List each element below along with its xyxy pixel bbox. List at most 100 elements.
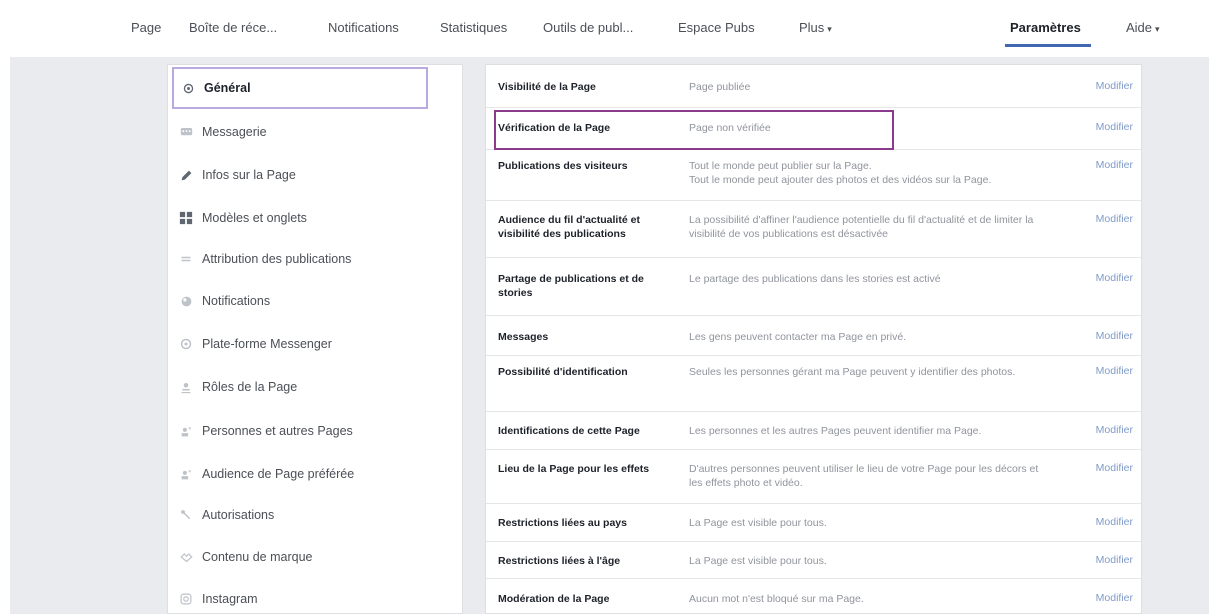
edit-link[interactable]: Modifier: [1096, 554, 1133, 566]
instagram-icon: [178, 591, 194, 607]
people-icon: [178, 423, 194, 439]
nav-tab-notifications[interactable]: Notifications: [328, 20, 399, 35]
grid-icon: [178, 210, 194, 226]
pencil-icon: [178, 167, 194, 183]
sidebar-item-messenger-platform[interactable]: Plate-forme Messenger: [168, 323, 462, 365]
sidebar-item-label: Notifications: [202, 294, 271, 308]
setting-label: Restrictions liées à l'âge: [498, 555, 621, 567]
sidebar-item-label: Contenu de marque: [202, 550, 313, 564]
sidebar-item-messaging[interactable]: Messagerie: [168, 111, 462, 153]
sidebar-item-branded-content[interactable]: Contenu de marque: [168, 536, 462, 578]
setting-value: Les gens peuvent contacter ma Page en pr…: [689, 331, 907, 343]
setting-label: Messages: [498, 331, 549, 343]
verification-highlight-box: [494, 110, 894, 150]
sidebar-item-label: Autorisations: [202, 508, 275, 522]
settings-row-age-restrictions: Restrictions liées à l'âge La Page est v…: [486, 542, 1141, 579]
active-tab-indicator: [1005, 44, 1091, 47]
edit-link[interactable]: Modifier: [1096, 213, 1133, 225]
settings-row-messages: Messages Les gens peuvent contacter ma P…: [486, 316, 1141, 356]
settings-row-page-visibility: Visibilité de la Page Page publiée Modif…: [486, 65, 1141, 108]
setting-value: Tout le monde peut publier sur la Page. …: [689, 159, 1059, 187]
sidebar-item-instagram[interactable]: Instagram: [168, 578, 462, 614]
messenger-icon: [178, 336, 194, 352]
chat-icon: [178, 124, 194, 140]
edit-link[interactable]: Modifier: [1096, 592, 1133, 604]
nav-tab-statistics[interactable]: Statistiques: [440, 20, 507, 35]
chevron-down-icon: ▾: [1155, 24, 1160, 34]
nav-tab-inbox[interactable]: Boîte de réce...: [189, 20, 277, 35]
chevron-down-icon: ▾: [827, 24, 832, 34]
setting-value: La Page est visible pour tous.: [689, 517, 827, 529]
nav-tab-help-label: Aide: [1126, 20, 1153, 35]
nav-tab-ad-center[interactable]: Espace Pubs: [678, 20, 755, 35]
sidebar-item-page-roles[interactable]: Rôles de la Page: [168, 366, 462, 408]
settings-row-page-location-effects: Lieu de la Page pour les effets D'autres…: [486, 450, 1141, 504]
setting-value: Les personnes et les autres Pages peuven…: [689, 425, 982, 437]
nav-tab-help[interactable]: Aide ▾: [1126, 20, 1160, 35]
edit-link[interactable]: Modifier: [1096, 80, 1133, 92]
sidebar-item-label: Général: [204, 81, 251, 95]
setting-label: Modération de la Page: [498, 593, 610, 605]
sidebar-item-page-info[interactable]: Infos sur la Page: [168, 154, 462, 196]
settings-row-page-moderation: Modération de la Page Aucun mot n'est bl…: [486, 579, 1141, 614]
sidebar-item-permissions[interactable]: Autorisations: [168, 494, 462, 536]
sidebar-item-people-other-pages[interactable]: Personnes et autres Pages: [168, 410, 462, 452]
edit-link[interactable]: Modifier: [1096, 272, 1133, 284]
edit-link[interactable]: Modifier: [1096, 462, 1133, 474]
setting-value-line: Tout le monde peut publier sur la Page.: [689, 160, 872, 172]
wrench-icon: [178, 507, 194, 523]
settings-row-news-feed-audience: Audience du fil d'actualité et visibilit…: [486, 201, 1141, 258]
setting-label: Lieu de la Page pour les effets: [498, 463, 650, 475]
setting-label: Restrictions liées au pays: [498, 517, 627, 529]
setting-value: La Page est visible pour tous.: [689, 555, 827, 567]
setting-label: Publications des visiteurs: [498, 160, 628, 172]
sidebar-item-notifications[interactable]: Notifications: [168, 280, 462, 322]
setting-label: Visibilité de la Page: [498, 81, 596, 93]
edit-link[interactable]: Modifier: [1096, 516, 1133, 528]
edit-link[interactable]: Modifier: [1096, 365, 1133, 377]
edit-link[interactable]: Modifier: [1096, 121, 1133, 133]
edit-link[interactable]: Modifier: [1096, 159, 1133, 171]
sidebar-item-post-attribution[interactable]: Attribution des publications: [168, 238, 462, 280]
sidebar-item-label: Personnes et autres Pages: [202, 424, 353, 438]
handshake-icon: [178, 549, 194, 565]
setting-value: Seules les personnes gérant ma Page peuv…: [689, 366, 1016, 378]
setting-value: La possibilité d'affiner l'audience pote…: [689, 214, 1034, 240]
sidebar-item-label: Infos sur la Page: [202, 168, 296, 182]
gear-icon: [180, 80, 196, 96]
setting-value: Aucun mot n'est bloqué sur ma Page.: [689, 593, 864, 605]
sidebar-item-label: Audience de Page préférée: [202, 467, 355, 481]
setting-label: Partage de publications et de stories: [498, 273, 644, 299]
sidebar-item-label: Modèles et onglets: [202, 211, 307, 225]
sidebar-item-label: Plate-forme Messenger: [202, 337, 332, 351]
nav-tab-page[interactable]: Page: [131, 20, 161, 35]
setting-label: Identifications de cette Page: [498, 425, 640, 437]
flag-icon: [178, 251, 194, 267]
edit-link[interactable]: Modifier: [1096, 424, 1133, 436]
settings-row-others-tagging-page: Identifications de cette Page Les person…: [486, 412, 1141, 450]
settings-row-tagging-ability: Possibilité d'identification Seules les …: [486, 356, 1141, 412]
edit-link[interactable]: Modifier: [1096, 330, 1133, 342]
page-top-nav: Page Boîte de réce... Notifications Stat…: [0, 0, 1219, 56]
globe-icon: [178, 293, 194, 309]
people-star-icon: [178, 466, 194, 482]
nav-tab-more[interactable]: Plus ▾: [799, 20, 832, 35]
nav-tab-publishing-tools[interactable]: Outils de publ...: [543, 20, 633, 35]
sidebar-item-label: Instagram: [202, 592, 258, 606]
sidebar-item-label: Attribution des publications: [202, 252, 352, 266]
nav-tab-more-label: Plus: [799, 20, 825, 35]
nav-tab-settings[interactable]: Paramètres: [1010, 20, 1081, 35]
setting-label: Possibilité d'identification: [498, 366, 628, 378]
sidebar-item-label: Messagerie: [202, 125, 267, 139]
setting-value-line: Tout le monde peut ajouter des photos et…: [689, 174, 992, 186]
settings-row-story-sharing: Partage de publications et de stories Le…: [486, 258, 1141, 316]
setting-label: Audience du fil d'actualité et visibilit…: [498, 214, 640, 240]
person-icon: [178, 379, 194, 395]
sidebar-item-label: Rôles de la Page: [202, 380, 298, 394]
setting-value: Le partage des publications dans les sto…: [689, 273, 941, 285]
setting-value: D'autres personnes peuvent utiliser le l…: [689, 463, 1039, 489]
settings-row-country-restrictions: Restrictions liées au pays La Page est v…: [486, 504, 1141, 542]
sidebar-item-preferred-audience[interactable]: Audience de Page préférée: [168, 453, 462, 495]
sidebar-item-templates-tabs[interactable]: Modèles et onglets: [168, 197, 462, 239]
sidebar-item-general[interactable]: Général: [172, 67, 428, 109]
